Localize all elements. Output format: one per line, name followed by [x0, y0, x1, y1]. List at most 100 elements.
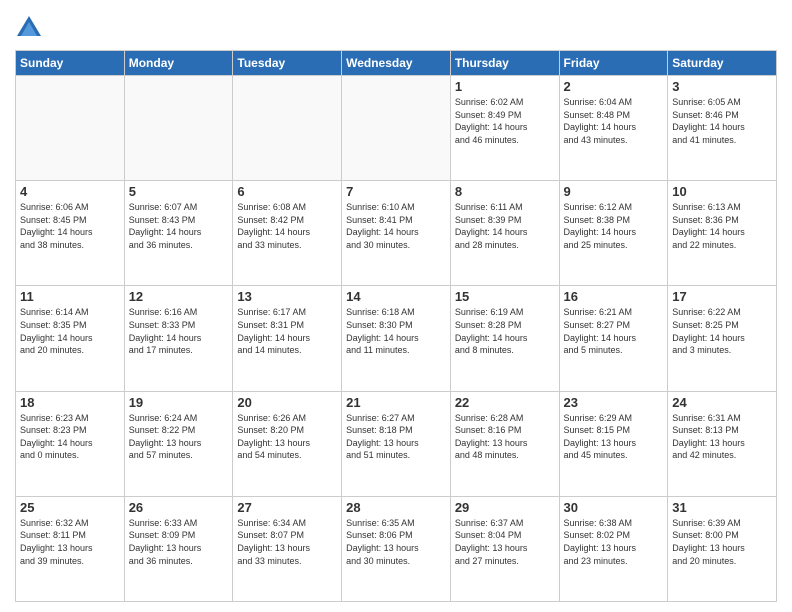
day-number: 11 — [20, 289, 120, 304]
day-info: Sunrise: 6:32 AM Sunset: 8:11 PM Dayligh… — [20, 517, 120, 567]
day-info: Sunrise: 6:10 AM Sunset: 8:41 PM Dayligh… — [346, 201, 446, 251]
day-number: 22 — [455, 395, 555, 410]
calendar-week-row: 4 Sunrise: 6:06 AM Sunset: 8:45 PM Daylig… — [16, 181, 777, 286]
calendar-cell: 27Sunrise: 6:34 AM Sunset: 8:07 PM Dayli… — [233, 496, 342, 601]
calendar-cell: 2 Sunrise: 6:04 AM Sunset: 8:48 PM Daylig… — [559, 76, 668, 181]
day-number: 31 — [672, 500, 772, 515]
calendar-cell: 16Sunrise: 6:21 AM Sunset: 8:27 PM Dayli… — [559, 286, 668, 391]
day-info: Sunrise: 6:35 AM Sunset: 8:06 PM Dayligh… — [346, 517, 446, 567]
day-number: 9 — [564, 184, 664, 199]
day-info: Sunrise: 6:27 AM Sunset: 8:18 PM Dayligh… — [346, 412, 446, 462]
calendar-cell — [16, 76, 125, 181]
calendar-cell: 15 Sunrise: 6:19 AM Sunset: 8:28 PM Dayli… — [450, 286, 559, 391]
calendar-cell: 21 Sunrise: 6:27 AM Sunset: 8:18 PM Dayli… — [342, 391, 451, 496]
calendar-cell: 25 Sunrise: 6:32 AM Sunset: 8:11 PM Dayli… — [16, 496, 125, 601]
calendar-cell: 10Sunrise: 6:13 AM Sunset: 8:36 PM Dayli… — [668, 181, 777, 286]
day-info: Sunrise: 6:04 AM Sunset: 8:48 PM Dayligh… — [564, 96, 664, 146]
day-info: Sunrise: 6:21 AM Sunset: 8:27 PM Dayligh… — [564, 306, 664, 356]
weekday-header: Friday — [559, 51, 668, 76]
weekday-header: Monday — [124, 51, 233, 76]
day-info: Sunrise: 6:24 AM Sunset: 8:22 PM Dayligh… — [129, 412, 229, 462]
calendar-week-row: 11Sunrise: 6:14 AM Sunset: 8:35 PM Dayli… — [16, 286, 777, 391]
day-number: 25 — [20, 500, 120, 515]
calendar-cell: 14 Sunrise: 6:18 AM Sunset: 8:30 PM Dayli… — [342, 286, 451, 391]
day-info: Sunrise: 6:28 AM Sunset: 8:16 PM Dayligh… — [455, 412, 555, 462]
calendar-week-row: 25 Sunrise: 6:32 AM Sunset: 8:11 PM Dayli… — [16, 496, 777, 601]
calendar-cell: 3 Sunrise: 6:05 AM Sunset: 8:46 PM Daylig… — [668, 76, 777, 181]
weekday-header: Saturday — [668, 51, 777, 76]
calendar-cell: 19 Sunrise: 6:24 AM Sunset: 8:22 PM Dayli… — [124, 391, 233, 496]
logo-icon — [15, 14, 43, 42]
calendar-week-row: 1 Sunrise: 6:02 AM Sunset: 8:49 PM Daylig… — [16, 76, 777, 181]
day-number: 28 — [346, 500, 446, 515]
calendar-cell: 23 Sunrise: 6:29 AM Sunset: 8:15 PM Dayli… — [559, 391, 668, 496]
day-number: 1 — [455, 79, 555, 94]
day-number: 13 — [237, 289, 337, 304]
weekday-header: Thursday — [450, 51, 559, 76]
day-info: Sunrise: 6:06 AM Sunset: 8:45 PM Dayligh… — [20, 201, 120, 251]
calendar-cell: 29 Sunrise: 6:37 AM Sunset: 8:04 PM Dayli… — [450, 496, 559, 601]
day-number: 14 — [346, 289, 446, 304]
day-info: Sunrise: 6:23 AM Sunset: 8:23 PM Dayligh… — [20, 412, 120, 462]
calendar-cell: 11Sunrise: 6:14 AM Sunset: 8:35 PM Dayli… — [16, 286, 125, 391]
day-number: 26 — [129, 500, 229, 515]
day-info: Sunrise: 6:13 AM Sunset: 8:36 PM Dayligh… — [672, 201, 772, 251]
day-info: Sunrise: 6:26 AM Sunset: 8:20 PM Dayligh… — [237, 412, 337, 462]
calendar-cell: 20 Sunrise: 6:26 AM Sunset: 8:20 PM Dayli… — [233, 391, 342, 496]
calendar-cell: 26 Sunrise: 6:33 AM Sunset: 8:09 PM Dayli… — [124, 496, 233, 601]
day-number: 23 — [564, 395, 664, 410]
day-info: Sunrise: 6:08 AM Sunset: 8:42 PM Dayligh… — [237, 201, 337, 251]
header — [15, 10, 777, 42]
calendar-cell — [124, 76, 233, 181]
weekday-header-row: SundayMondayTuesdayWednesdayThursdayFrid… — [16, 51, 777, 76]
day-info: Sunrise: 6:18 AM Sunset: 8:30 PM Dayligh… — [346, 306, 446, 356]
day-number: 15 — [455, 289, 555, 304]
day-number: 29 — [455, 500, 555, 515]
weekday-header: Sunday — [16, 51, 125, 76]
calendar-cell: 7Sunrise: 6:10 AM Sunset: 8:41 PM Daylig… — [342, 181, 451, 286]
day-number: 27 — [237, 500, 337, 515]
day-number: 17 — [672, 289, 772, 304]
logo — [15, 14, 47, 42]
day-info: Sunrise: 6:37 AM Sunset: 8:04 PM Dayligh… — [455, 517, 555, 567]
calendar-table: SundayMondayTuesdayWednesdayThursdayFrid… — [15, 50, 777, 602]
day-info: Sunrise: 6:11 AM Sunset: 8:39 PM Dayligh… — [455, 201, 555, 251]
day-info: Sunrise: 6:38 AM Sunset: 8:02 PM Dayligh… — [564, 517, 664, 567]
calendar-week-row: 18 Sunrise: 6:23 AM Sunset: 8:23 PM Dayli… — [16, 391, 777, 496]
day-info: Sunrise: 6:05 AM Sunset: 8:46 PM Dayligh… — [672, 96, 772, 146]
day-number: 3 — [672, 79, 772, 94]
calendar-page: SundayMondayTuesdayWednesdayThursdayFrid… — [0, 0, 792, 612]
calendar-cell: 31 Sunrise: 6:39 AM Sunset: 8:00 PM Dayli… — [668, 496, 777, 601]
calendar-cell: 28 Sunrise: 6:35 AM Sunset: 8:06 PM Dayli… — [342, 496, 451, 601]
day-info: Sunrise: 6:19 AM Sunset: 8:28 PM Dayligh… — [455, 306, 555, 356]
calendar-cell: 22 Sunrise: 6:28 AM Sunset: 8:16 PM Dayli… — [450, 391, 559, 496]
calendar-cell: 12Sunrise: 6:16 AM Sunset: 8:33 PM Dayli… — [124, 286, 233, 391]
day-number: 18 — [20, 395, 120, 410]
day-number: 24 — [672, 395, 772, 410]
day-number: 6 — [237, 184, 337, 199]
day-number: 2 — [564, 79, 664, 94]
calendar-cell: 18 Sunrise: 6:23 AM Sunset: 8:23 PM Dayli… — [16, 391, 125, 496]
calendar-cell: 1 Sunrise: 6:02 AM Sunset: 8:49 PM Daylig… — [450, 76, 559, 181]
calendar-cell: 17 Sunrise: 6:22 AM Sunset: 8:25 PM Dayli… — [668, 286, 777, 391]
day-info: Sunrise: 6:33 AM Sunset: 8:09 PM Dayligh… — [129, 517, 229, 567]
day-info: Sunrise: 6:39 AM Sunset: 8:00 PM Dayligh… — [672, 517, 772, 567]
day-info: Sunrise: 6:29 AM Sunset: 8:15 PM Dayligh… — [564, 412, 664, 462]
day-number: 30 — [564, 500, 664, 515]
calendar-cell: 8 Sunrise: 6:11 AM Sunset: 8:39 PM Daylig… — [450, 181, 559, 286]
calendar-cell: 9 Sunrise: 6:12 AM Sunset: 8:38 PM Daylig… — [559, 181, 668, 286]
day-info: Sunrise: 6:12 AM Sunset: 8:38 PM Dayligh… — [564, 201, 664, 251]
calendar-cell — [233, 76, 342, 181]
weekday-header: Tuesday — [233, 51, 342, 76]
day-number: 20 — [237, 395, 337, 410]
calendar-cell: 30 Sunrise: 6:38 AM Sunset: 8:02 PM Dayli… — [559, 496, 668, 601]
calendar-cell — [342, 76, 451, 181]
day-number: 8 — [455, 184, 555, 199]
day-info: Sunrise: 6:22 AM Sunset: 8:25 PM Dayligh… — [672, 306, 772, 356]
day-info: Sunrise: 6:31 AM Sunset: 8:13 PM Dayligh… — [672, 412, 772, 462]
day-number: 21 — [346, 395, 446, 410]
day-info: Sunrise: 6:02 AM Sunset: 8:49 PM Dayligh… — [455, 96, 555, 146]
day-number: 4 — [20, 184, 120, 199]
day-number: 19 — [129, 395, 229, 410]
day-number: 12 — [129, 289, 229, 304]
